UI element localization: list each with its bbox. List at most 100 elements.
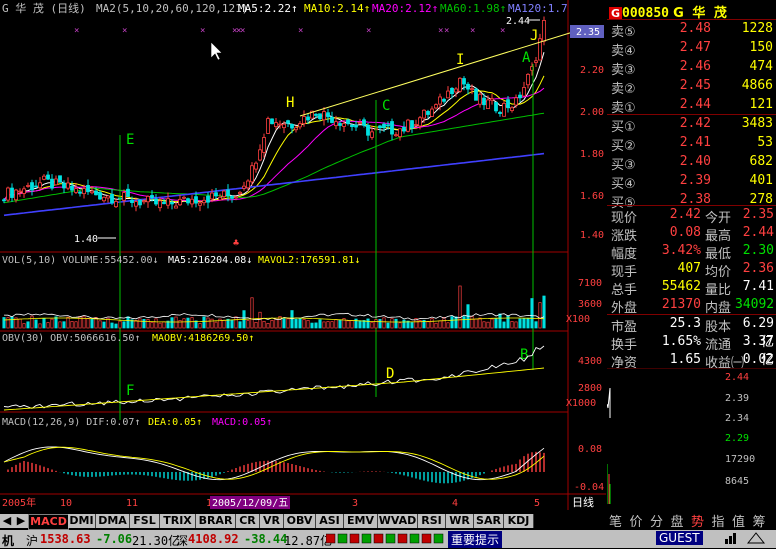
sell-row[interactable]: 卖③ 2.46 474 <box>607 58 776 78</box>
kline-chart-area[interactable]: G 华 茂 (日线) MA2(5,10,20,60,120,121) MA5:2… <box>0 0 606 510</box>
indicator-tab-dma[interactable]: DMA <box>96 514 130 528</box>
candle-body <box>274 122 278 127</box>
sell-row[interactable]: 卖⑤ 2.48 1228 <box>607 20 776 40</box>
fin-value: 1.65% <box>661 334 701 349</box>
volume-bar <box>270 320 274 329</box>
volume-bar <box>450 316 454 329</box>
candle-body <box>146 195 150 203</box>
svg-text:2.39: 2.39 <box>725 393 749 404</box>
panel-tab[interactable]: 筹 <box>753 511 766 530</box>
indicator-tab-emv[interactable]: EMV <box>344 514 378 528</box>
sell-row[interactable]: 卖② 2.45 4866 <box>607 77 776 97</box>
indicator-tab-rsi[interactable]: RSI <box>418 514 446 528</box>
indicator-tab-vr[interactable]: VR <box>260 514 284 528</box>
candle-body <box>330 116 334 123</box>
user-label: GUEST <box>656 531 703 545</box>
sh-label: 沪 <box>26 534 39 548</box>
chart-svg[interactable]: G 华 茂 (日线) MA2(5,10,20,60,120,121) MA5:2… <box>0 0 606 510</box>
stock-title: G 000850 G 华 茂 <box>607 2 776 21</box>
indicator-tab-kdj[interactable]: KDJ <box>504 514 534 528</box>
indicator-tab-wvad[interactable]: WVAD <box>378 514 418 528</box>
svg-text:2.29: 2.29 <box>725 433 749 444</box>
volume-bar <box>202 316 206 329</box>
candle-body <box>114 201 118 208</box>
panel-tab[interactable]: 笔 <box>609 511 622 530</box>
market-light <box>409 533 420 544</box>
quote-panel-tabs[interactable]: 笔价分盘势指值筹 <box>607 510 776 530</box>
panel-tab[interactable]: 值 <box>732 511 745 530</box>
volume-bar <box>402 319 406 329</box>
panel-tab[interactable]: 势 <box>691 511 704 530</box>
sell-row[interactable]: 卖① 2.44 121 <box>607 96 776 116</box>
candle-body <box>458 77 462 92</box>
important-notice[interactable]: 重要提示 <box>448 531 503 548</box>
period-label[interactable]: 日线 <box>572 495 594 509</box>
market-light <box>361 533 372 544</box>
svg-text:10: 10 <box>60 498 72 509</box>
buy-price: 2.41 <box>679 135 711 150</box>
buy-row[interactable]: 买① 2.42 3483 <box>607 115 776 135</box>
sell-price: 2.47 <box>679 40 711 55</box>
maobv-line <box>3 367 545 411</box>
quote-value: 2.36 <box>742 261 774 276</box>
candle-body <box>518 94 522 99</box>
svg-text:2.00: 2.00 <box>580 107 604 118</box>
annotation-D: D <box>386 366 394 382</box>
candle-body <box>510 107 514 111</box>
volume-bar <box>474 318 478 329</box>
indicator-tab-sar[interactable]: SAR <box>474 514 504 528</box>
sell-volume: 150 <box>749 40 773 55</box>
candle-body <box>34 185 38 188</box>
candle-body <box>362 119 366 126</box>
candle-body <box>490 98 494 101</box>
market-light <box>397 533 408 544</box>
annotation-J: J <box>530 28 538 44</box>
maobv-label: MAOBV:4186269.50↑ <box>152 333 254 344</box>
indicator-tab-brar[interactable]: BRAR <box>196 514 236 528</box>
panel-tab[interactable]: 价 <box>630 511 643 530</box>
event-marker-icon: × <box>470 26 475 36</box>
panel-tab[interactable]: 盘 <box>671 511 684 530</box>
indicator-tab-macd[interactable]: MACD <box>28 514 69 530</box>
indicator-tab-dmi[interactable]: DMI <box>68 514 96 528</box>
candle-body <box>294 127 298 131</box>
indicator-tab-cr[interactable]: CR <box>236 514 260 528</box>
volume-bar <box>346 320 350 329</box>
sz-index[interactable]: 4108.92 <box>188 532 239 546</box>
sell-volume: 121 <box>749 97 773 112</box>
sell-row[interactable]: 卖④ 2.47 150 <box>607 39 776 59</box>
volume-bar <box>514 321 518 329</box>
tab-scroll-left-icon[interactable]: ◀ <box>0 514 15 528</box>
indicator-tab-asi[interactable]: ASI <box>316 514 344 528</box>
svg-text:4: 4 <box>452 498 458 509</box>
svg-text:1.40: 1.40 <box>580 230 604 241</box>
buy-price: 2.42 <box>679 116 711 131</box>
indicator-tabs[interactable]: ◀ ▶ MACD DMI DMA FSL TRIX BRAR CR VR OBV ASI EMV WV… <box>0 513 606 530</box>
buy-row[interactable]: 买④ 2.39 401 <box>607 172 776 192</box>
volume-bar <box>10 316 14 329</box>
candle-body <box>78 191 82 194</box>
volume-bar <box>114 323 118 329</box>
volume-bar <box>502 321 506 329</box>
indicator-tab-trix[interactable]: TRIX <box>160 514 196 528</box>
indicator-tab-obv[interactable]: OBV <box>284 514 316 528</box>
indicator-tab-wr[interactable]: WR <box>446 514 474 528</box>
sell-label: 卖⑤ <box>611 25 636 40</box>
panel-tab[interactable]: 指 <box>712 511 725 530</box>
candle-body <box>66 182 70 189</box>
panel-tab[interactable]: 分 <box>650 511 663 530</box>
tab-scroll-right-icon[interactable]: ▶ <box>14 514 29 528</box>
candle-body <box>122 192 126 201</box>
candle-body <box>434 104 438 109</box>
buy-row[interactable]: 买② 2.41 53 <box>607 134 776 154</box>
buy-row[interactable]: 买③ 2.40 682 <box>607 153 776 173</box>
indicator-tab-fsl[interactable]: FSL <box>130 514 160 528</box>
market-light-icons <box>325 533 446 548</box>
volume-bar <box>434 322 438 329</box>
sh-index[interactable]: 1538.63 <box>40 532 91 546</box>
candle-body <box>198 202 202 206</box>
volume-label: VOL(5,10) VOLUME:55452.00↓ <box>2 255 159 266</box>
volume-bar <box>370 321 374 329</box>
svg-text:17290: 17290 <box>725 454 755 465</box>
annotation-C: C <box>382 98 390 114</box>
